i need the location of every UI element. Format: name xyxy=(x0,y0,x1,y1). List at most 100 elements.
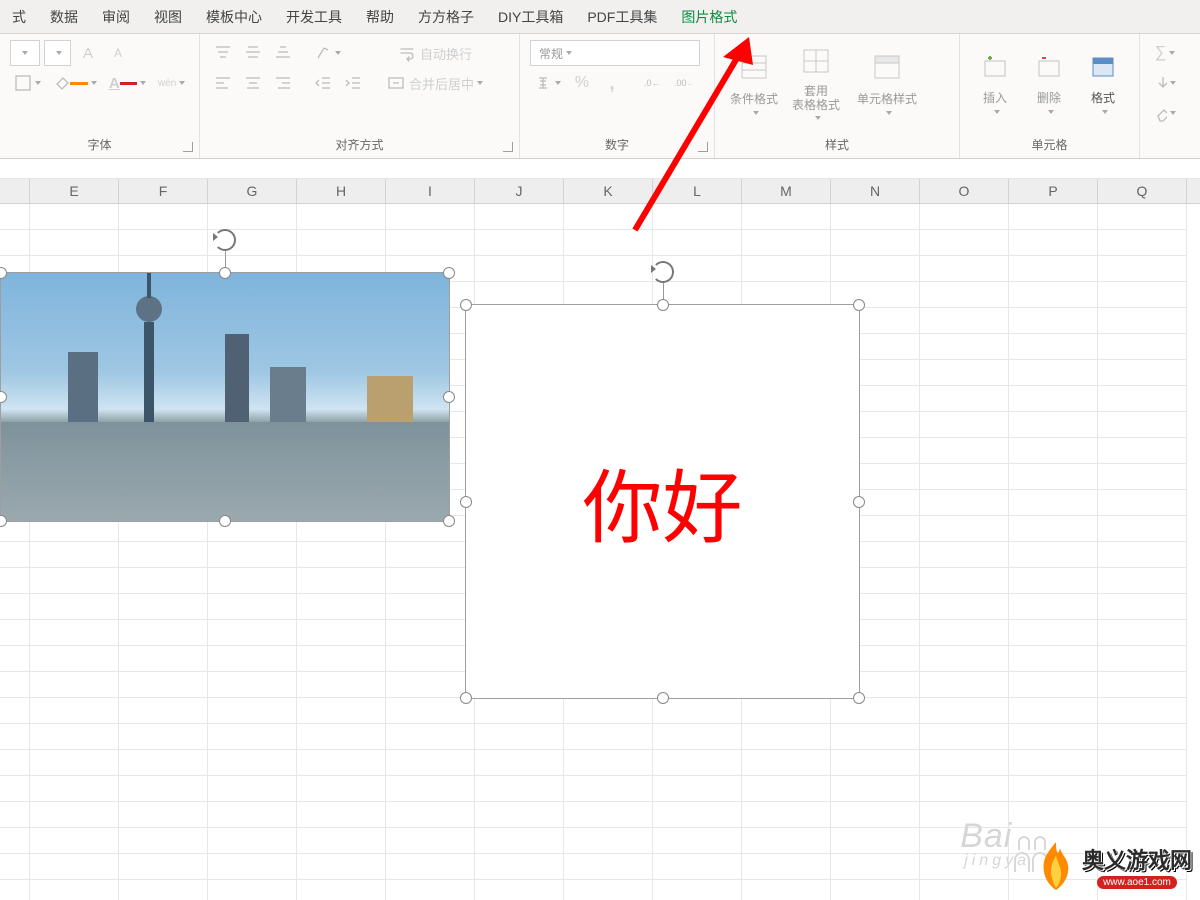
menu-item-picture-format[interactable]: 图片格式 xyxy=(669,0,749,33)
outdent-icon xyxy=(314,74,332,92)
menu-item-data[interactable]: 数据 xyxy=(38,0,90,33)
increase-font-button[interactable]: A xyxy=(75,40,101,66)
resize-handle[interactable] xyxy=(853,692,865,704)
resize-handle[interactable] xyxy=(460,299,472,311)
resize-handle[interactable] xyxy=(657,299,669,311)
resize-handle[interactable] xyxy=(657,692,669,704)
col-header-Q[interactable]: Q xyxy=(1098,179,1187,203)
rotate-handle[interactable] xyxy=(214,229,236,251)
col-header-O[interactable]: O xyxy=(920,179,1009,203)
menu-item-fangfang[interactable]: 方方格子 xyxy=(406,0,486,33)
col-header-N[interactable]: N xyxy=(831,179,920,203)
group-label-alignment: 对齐方式 xyxy=(210,133,509,153)
align-right-button[interactable] xyxy=(270,70,296,96)
border-button[interactable] xyxy=(10,70,45,96)
col-header-blank[interactable] xyxy=(0,179,30,203)
autosum-button[interactable]: ∑ xyxy=(1150,40,1180,66)
menu-item-diy-toolbox[interactable]: DIY工具箱 xyxy=(486,0,575,33)
dialog-launcher-font[interactable] xyxy=(183,142,193,152)
menu-item-view[interactable]: 视图 xyxy=(142,0,194,33)
menu-item-template-center[interactable]: 模板中心 xyxy=(194,0,274,33)
resize-handle[interactable] xyxy=(443,267,455,279)
rotate-handle[interactable] xyxy=(652,261,674,283)
table-format-button[interactable]: 套用 表格格式 xyxy=(787,40,845,128)
picture-hello-text[interactable]: 你好 xyxy=(465,304,860,699)
resize-handle[interactable] xyxy=(219,515,231,527)
col-header-J[interactable]: J xyxy=(475,179,564,203)
menu-bar: 式 数据 审阅 视图 模板中心 开发工具 帮助 方方格子 DIY工具箱 PDF工… xyxy=(0,0,1200,34)
indent-icon xyxy=(344,74,362,92)
resize-handle[interactable] xyxy=(853,496,865,508)
format-cells-button[interactable]: 格式 xyxy=(1078,40,1128,128)
increase-indent-button[interactable] xyxy=(340,70,366,96)
menu-item-formula[interactable]: 式 xyxy=(0,0,38,33)
decrease-indent-button[interactable] xyxy=(310,70,336,96)
col-header-E[interactable]: E xyxy=(30,179,119,203)
percent-button[interactable]: % xyxy=(569,70,595,96)
fill-button[interactable] xyxy=(1150,70,1180,96)
number-format-dropdown[interactable]: 常规 xyxy=(530,40,700,66)
hello-text: 你好 xyxy=(466,305,859,698)
cell-styles-button[interactable]: 单元格样式 xyxy=(849,40,925,128)
delete-cells-button[interactable]: 删除 xyxy=(1024,40,1074,128)
flame-icon xyxy=(1036,840,1076,892)
menu-item-dev-tools[interactable]: 开发工具 xyxy=(274,0,354,33)
ribbon: A A A wén 字体 xyxy=(0,34,1200,159)
resize-handle[interactable] xyxy=(853,299,865,311)
accounting-format-button[interactable] xyxy=(530,70,565,96)
column-headers: E F G H I J K L M N O P Q xyxy=(0,179,1200,204)
col-header-H[interactable]: H xyxy=(297,179,386,203)
col-header-K[interactable]: K xyxy=(564,179,653,203)
formula-bar-area xyxy=(0,159,1200,179)
fill-color-bar xyxy=(70,82,88,85)
align-bottom-button[interactable] xyxy=(270,40,296,66)
col-header-P[interactable]: P xyxy=(1009,179,1098,203)
align-middle-icon xyxy=(244,44,262,62)
resize-handle[interactable] xyxy=(219,267,231,279)
worksheet[interactable]: E F G H I J K L M N O P Q 你好 xyxy=(0,179,1200,900)
dialog-launcher-alignment[interactable] xyxy=(503,142,513,152)
wrap-text-button[interactable]: 自动换行 xyxy=(380,40,490,66)
font-color-button[interactable]: A xyxy=(105,70,150,96)
col-header-F[interactable]: F xyxy=(119,179,208,203)
font-size-dropdown[interactable] xyxy=(44,40,71,66)
decrease-decimal-button[interactable]: .00→ xyxy=(669,70,695,96)
increase-decimal-button[interactable]: .0← xyxy=(639,70,665,96)
menu-item-pdf-tools[interactable]: PDF工具集 xyxy=(575,0,669,33)
comma-button[interactable]: , xyxy=(599,70,625,96)
phonetic-guide-button[interactable]: wén xyxy=(154,70,189,96)
align-right-icon xyxy=(274,74,292,92)
insert-cells-button[interactable]: 插入 xyxy=(970,40,1020,128)
site-url: www.aoe1.com xyxy=(1097,876,1177,889)
align-left-button[interactable] xyxy=(210,70,236,96)
col-header-I[interactable]: I xyxy=(386,179,475,203)
menu-item-review[interactable]: 审阅 xyxy=(90,0,142,33)
orientation-button[interactable] xyxy=(310,40,345,66)
align-top-icon xyxy=(214,44,232,62)
table-format-icon xyxy=(802,48,830,80)
align-top-button[interactable] xyxy=(210,40,236,66)
menu-item-help[interactable]: 帮助 xyxy=(354,0,406,33)
align-bottom-icon xyxy=(274,44,292,62)
fill-color-button[interactable] xyxy=(49,70,101,96)
site-name: 奥义游戏网 xyxy=(1082,843,1192,875)
align-center-button[interactable] xyxy=(240,70,266,96)
resize-handle[interactable] xyxy=(460,692,472,704)
conditional-format-button[interactable]: 条件格式 xyxy=(725,40,783,128)
col-header-M[interactable]: M xyxy=(742,179,831,203)
col-header-G[interactable]: G xyxy=(208,179,297,203)
ribbon-group-cells: 插入 删除 格式 单元格 xyxy=(960,34,1140,158)
dialog-launcher-number[interactable] xyxy=(698,142,708,152)
picture-skyline[interactable] xyxy=(0,272,450,522)
currency-icon xyxy=(534,74,552,92)
merge-center-button[interactable]: 合并后居中 xyxy=(380,70,490,96)
clear-button[interactable] xyxy=(1150,100,1180,126)
font-name-dropdown[interactable] xyxy=(10,40,40,66)
col-header-L[interactable]: L xyxy=(653,179,742,203)
align-middle-button[interactable] xyxy=(240,40,266,66)
resize-handle[interactable] xyxy=(460,496,472,508)
decrease-font-button[interactable]: A xyxy=(105,40,131,66)
resize-handle[interactable] xyxy=(443,391,455,403)
resize-handle[interactable] xyxy=(443,515,455,527)
cell-styles-icon xyxy=(873,54,901,86)
